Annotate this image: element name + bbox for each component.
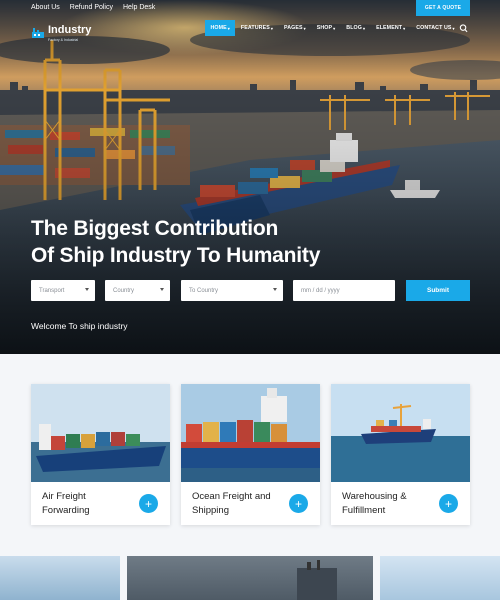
service-title-line1: Ocean Freight and <box>192 491 271 502</box>
submit-button[interactable]: Submit <box>406 280 470 301</box>
shipping-search-form: Transport Country To Country mm / dd / y… <box>31 280 470 301</box>
gallery-image-1 <box>0 556 120 600</box>
plus-icon[interactable]: + <box>289 494 308 513</box>
service-title: Warehousing & Fulfillment <box>342 490 407 518</box>
container-ship-image <box>31 384 170 482</box>
nav-item-label: FEATURES <box>240 25 270 31</box>
chevron-down-icon: ▾ <box>270 25 273 31</box>
cargo-ship-image <box>331 384 470 482</box>
logo[interactable]: Industry Factory & Industrial <box>31 20 91 43</box>
service-card-warehousing[interactable]: Warehousing & Fulfillment + <box>331 384 470 525</box>
chevron-down-icon: ▾ <box>333 25 336 31</box>
hero-headline: The Biggest Contribution Of Ship Industr… <box>31 215 320 269</box>
service-card-ocean-freight[interactable]: Ocean Freight and Shipping + <box>181 384 320 525</box>
dropdown-arrow-icon <box>160 288 164 291</box>
refund-policy-link[interactable]: Refund Policy <box>70 4 113 11</box>
chevron-down-icon: ▾ <box>227 25 230 31</box>
help-desk-link[interactable]: Help Desk <box>123 4 155 11</box>
nav-item-pages[interactable]: PAGES ▾ <box>278 20 311 36</box>
nav-item-label: BLOG <box>346 25 362 31</box>
service-title-line2: Fulfillment <box>342 505 386 516</box>
service-card-image <box>331 384 470 482</box>
factory-logo-icon <box>32 27 44 38</box>
service-title-line1: Warehousing & <box>342 491 407 502</box>
nav-menu: HOME ▾ FEATURES ▾ PAGES ▾ SHOP ▾ BLOG ▾ ELEME… <box>205 20 460 36</box>
nav-item-element[interactable]: ELEMENT ▾ <box>371 20 411 36</box>
welcome-text: Welcome To ship industry <box>31 321 128 331</box>
hero-headline-line2: Of Ship Industry To Humanity <box>31 244 321 267</box>
transport-placeholder: Transport <box>39 287 65 294</box>
nav-item-label: CONTACT US <box>416 25 452 31</box>
gallery-image-2 <box>127 556 373 600</box>
date-input[interactable]: mm / dd / yyyy <box>293 280 395 301</box>
logo-name: Industry <box>48 24 92 36</box>
hero-headline-line1: The Biggest Contribution <box>31 217 279 240</box>
nav-item-blog[interactable]: BLOG ▾ <box>341 20 371 36</box>
to-country-placeholder: To Country <box>189 287 219 294</box>
chevron-down-icon: ▾ <box>362 25 366 31</box>
chevron-down-icon: ▾ <box>452 25 455 31</box>
nav-item-shop[interactable]: SHOP ▾ <box>311 20 341 36</box>
service-card-image <box>181 384 320 482</box>
gallery-image-3 <box>380 556 500 600</box>
search-icon[interactable] <box>459 24 468 33</box>
nav-item-contact-us[interactable]: CONTACT US ▾ <box>411 20 460 36</box>
logo-text-block: Industry Factory & Industrial <box>48 20 91 43</box>
service-title-line2: Shipping <box>192 505 229 516</box>
service-title: Ocean Freight and Shipping <box>192 490 271 518</box>
ship-bridge-image <box>297 560 337 600</box>
main-nav: Industry Factory & Industrial HOME ▾ FEAT… <box>0 17 500 43</box>
plus-icon[interactable]: + <box>139 494 158 513</box>
nav-item-home[interactable]: HOME ▾ <box>205 20 236 36</box>
service-card-air-freight[interactable]: Air Freight Forwarding + <box>31 384 170 525</box>
transport-select[interactable]: Transport <box>31 280 95 301</box>
nav-item-label: PAGES <box>283 25 303 31</box>
nav-item-label: ELEMENT <box>376 25 403 31</box>
about-us-link[interactable]: About Us <box>31 4 60 11</box>
to-country-select[interactable]: To Country <box>181 280 283 301</box>
country-select[interactable]: Country <box>105 280 170 301</box>
service-card-image <box>31 384 170 482</box>
chevron-down-icon: ▾ <box>303 25 306 31</box>
date-placeholder: mm / dd / yyyy <box>301 287 340 294</box>
dropdown-arrow-icon <box>273 288 277 291</box>
country-placeholder: Country <box>113 287 135 294</box>
nav-item-label: HOME <box>210 25 227 31</box>
plus-icon[interactable]: + <box>439 494 458 513</box>
service-title-line1: Air Freight <box>42 491 86 502</box>
service-title-line2: Forwarding <box>42 505 90 516</box>
chevron-down-icon: ▾ <box>403 25 406 31</box>
dropdown-arrow-icon <box>85 288 89 291</box>
top-bar: About Us Refund Policy Help Desk GET A Q… <box>0 0 500 17</box>
nav-item-features[interactable]: FEATURES ▾ <box>235 20 278 36</box>
service-title: Air Freight Forwarding <box>42 490 90 518</box>
container-ship-image <box>181 384 320 482</box>
get-a-quote-button[interactable]: GET A QUOTE <box>416 0 470 16</box>
nav-item-label: SHOP <box>316 25 333 31</box>
logo-tagline: Factory & Industrial <box>48 38 79 42</box>
top-links: About Us Refund Policy Help Desk <box>31 4 155 11</box>
